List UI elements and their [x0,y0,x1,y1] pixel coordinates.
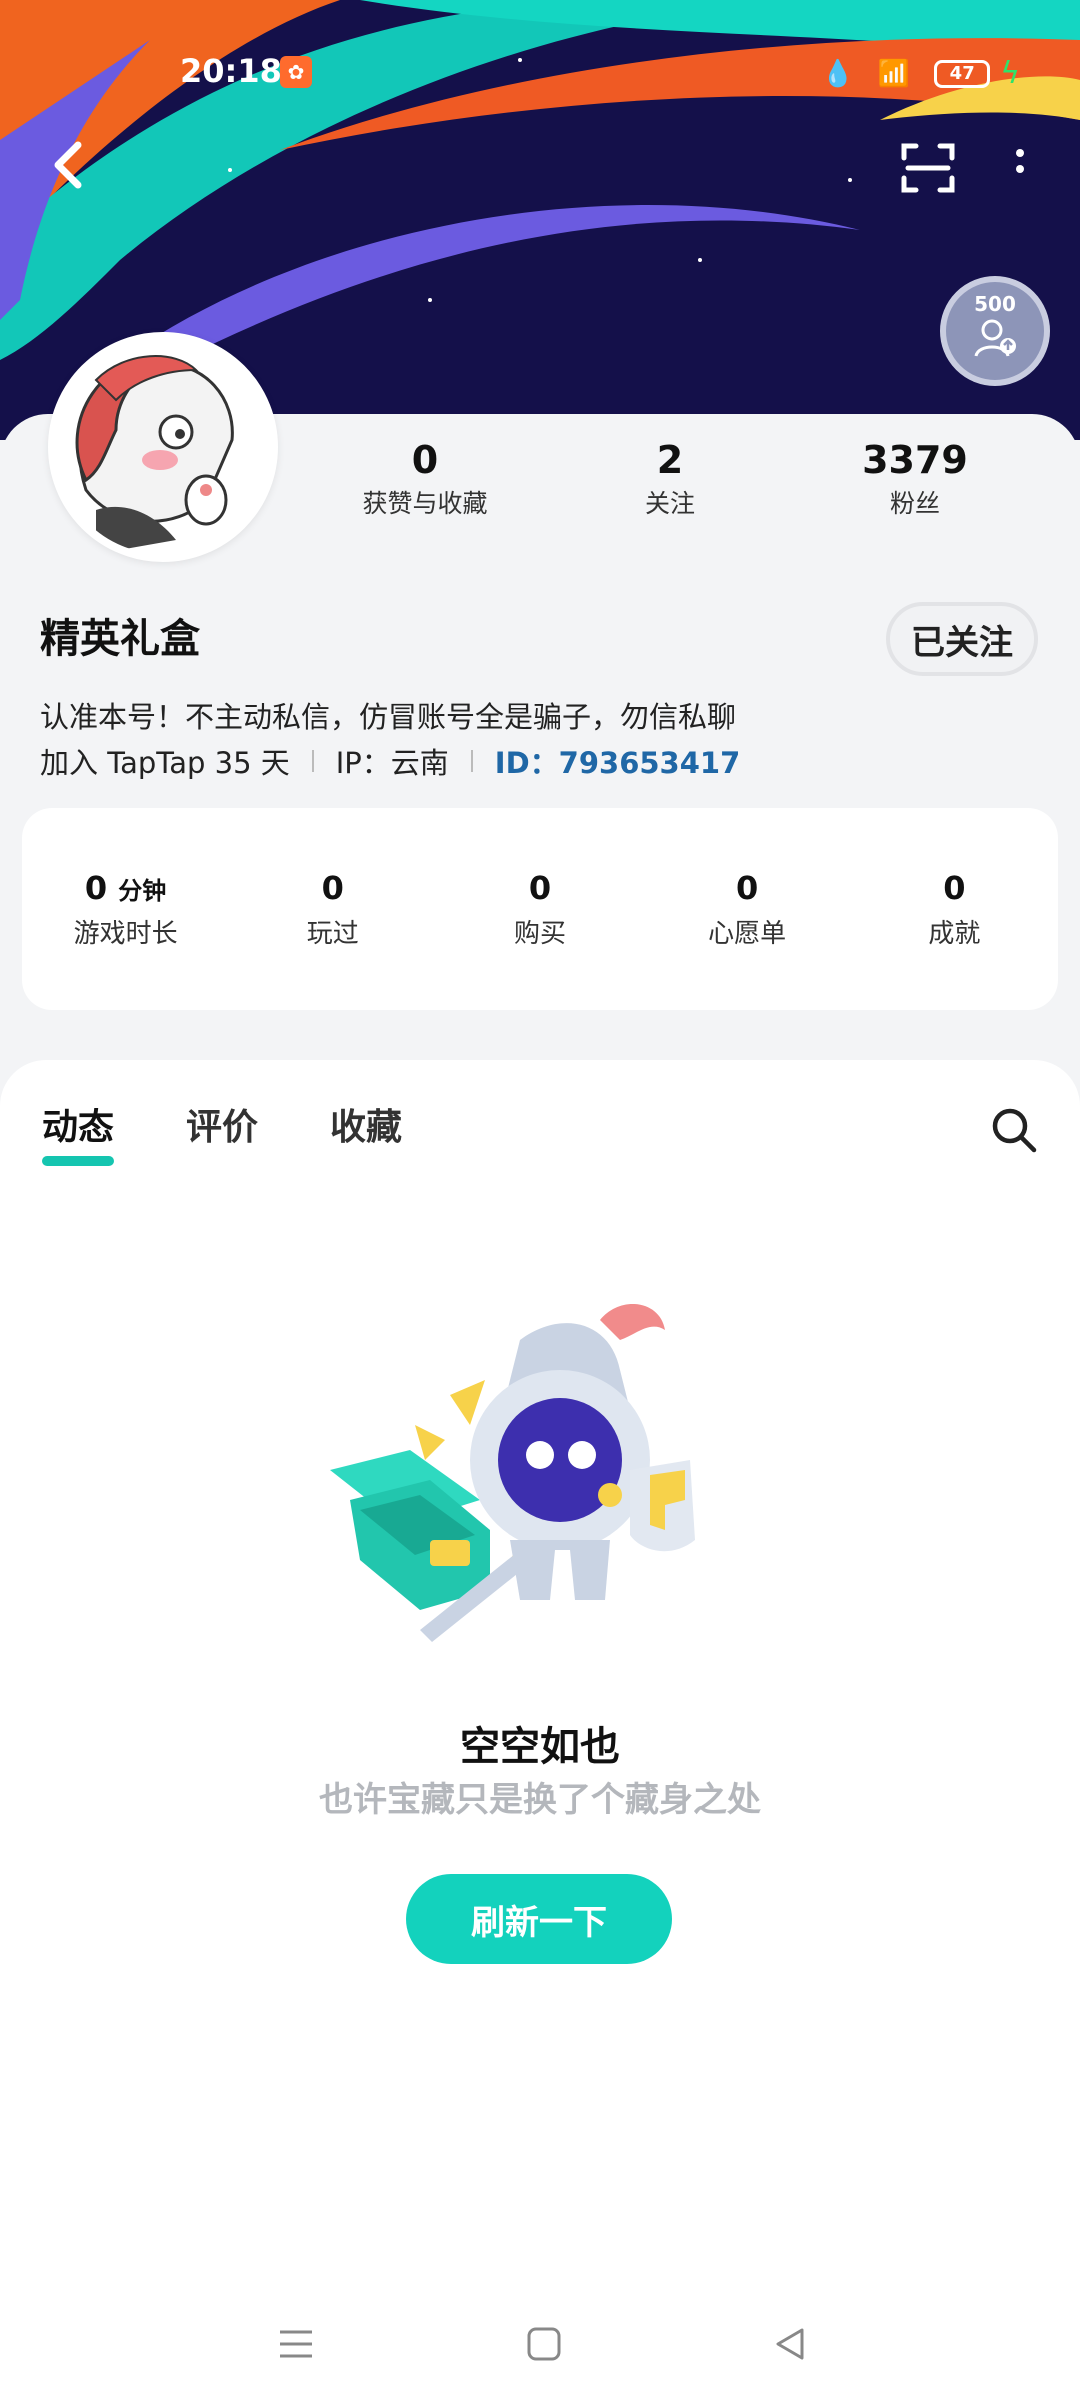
game-stat-value: 0 [736,868,759,907]
empty-state-subtitle: 也许宝藏只是换了个藏身之处 [319,1780,761,1820]
user-id[interactable]: ID：793653417 [495,740,740,782]
follow-button[interactable]: 已关注 [886,602,1038,676]
tab-reviews[interactable]: 评价 [186,1098,258,1162]
profile-page: 20:18 ✿ 💧 📶 47 ϟ 500 0 获赞与收藏 2 关注 3379 粉… [0,0,1080,2400]
stat-followers[interactable]: 3379 粉丝 [810,438,1020,520]
stat-label: 关注 [644,489,695,518]
avatar[interactable] [48,332,278,562]
ip-location: IP：云南 [335,746,449,780]
profile-stats: 0 获赞与收藏 2 关注 3379 粉丝 [320,438,1020,520]
stat-value: 0 [411,438,439,482]
influence-level-badge[interactable]: 500 [940,276,1050,386]
level-number: 500 [974,292,1016,316]
stat-likes[interactable]: 0 获赞与收藏 [320,438,530,520]
stat-label: 获赞与收藏 [362,489,488,518]
game-stats-box: 0 分钟 游戏时长 0 玩过 0 购买 0 心愿单 0 成就 [22,808,1058,1010]
game-stat-value: 0 [321,868,344,907]
stat-value: 2 [656,438,684,482]
home-icon[interactable] [524,2324,564,2364]
divider [470,750,473,772]
tab-feed[interactable]: 动态 [42,1098,115,1166]
game-stat-played[interactable]: 0 玩过 [243,869,423,950]
content-tabs: 动态 评价 收藏 [42,1098,402,1166]
game-stat-label: 游戏时长 [73,918,178,949]
empty-state-title: 空空如也 [460,1724,620,1770]
scan-icon[interactable] [898,138,958,198]
stat-label: 粉丝 [889,489,940,518]
wifi-icon: 📶 [877,58,911,89]
status-icons: 💧 📶 47 ϟ [821,56,1020,91]
search-icon[interactable] [988,1104,1040,1156]
game-stat-purchased[interactable]: 0 购买 [450,869,630,950]
status-time: 20:18 [180,52,282,90]
empty-state-illustration [330,1303,695,1642]
charging-icon: ϟ [1000,56,1020,91]
user-upload-icon [974,319,1016,357]
game-stat-achievements[interactable]: 0 成就 [864,869,1044,950]
battery-icon: 47 [934,59,991,88]
profile-bio: 认准本号！不主动私信，仿冒账号全是骗子，勿信私聊 [40,700,737,734]
game-stat-value: 0 [943,868,966,907]
joined-info: 加入 TapTap 35 天 [40,746,290,780]
water-drop-icon: 💧 [821,58,854,89]
back-icon[interactable] [770,2324,810,2364]
game-stat-value: 0 [84,868,108,907]
profile-name: 精英礼盒 [40,616,200,662]
back-arrow-icon[interactable] [40,135,100,195]
game-stat-playtime[interactable]: 0 分钟 游戏时长 [36,869,216,950]
profile-meta: 加入 TapTap 35 天 IP：云南 ID：793653417 [40,740,740,782]
status-bar: 20:18 ✿ 💧 📶 47 ϟ [0,40,1080,110]
system-navigation-bar [0,2300,1080,2400]
game-stat-label: 购买 [513,918,566,949]
game-stat-wishlist[interactable]: 0 心愿单 [657,869,837,950]
app-notification-icon: ✿ [280,56,312,88]
menu-icon[interactable] [276,2324,316,2364]
refresh-button[interactable]: 刷新一下 [406,1874,672,1964]
game-stat-value: 0 [528,868,552,907]
content-panel: 动态 评价 收藏 空空如也 也许宝藏只是换了个藏身之处 刷新一下 [0,1060,1080,2400]
game-stat-label: 成就 [928,918,981,949]
game-stat-label: 心愿单 [708,918,787,949]
stat-following[interactable]: 2 关注 [565,438,775,520]
divider [311,750,314,772]
game-stat-label: 玩过 [306,918,359,949]
game-stat-unit: 分钟 [118,876,167,905]
tab-favorites[interactable]: 收藏 [330,1098,402,1162]
stat-value: 3379 [862,438,968,482]
more-icon[interactable] [1000,145,1040,185]
